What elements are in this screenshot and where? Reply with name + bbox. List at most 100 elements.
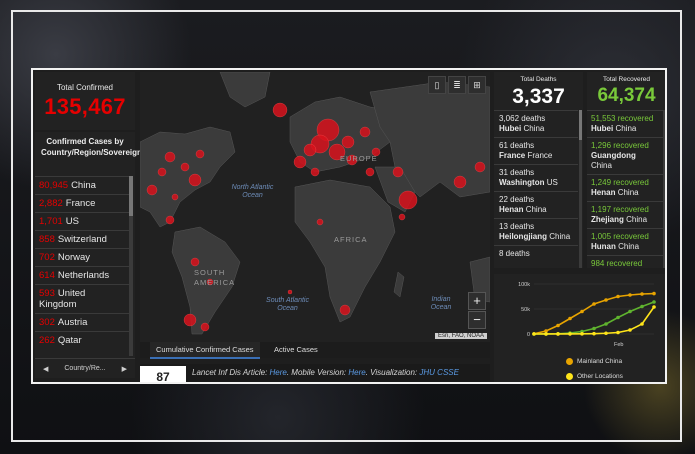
grid-icon[interactable]: ⊞	[468, 76, 486, 94]
list-item[interactable]: 51,553 recovered Hubei China	[587, 110, 663, 137]
data-point	[532, 332, 536, 336]
recovered-count: 1,197 recovered	[591, 205, 649, 214]
list-item[interactable]: 1,005 recovered Hunan China	[587, 228, 663, 255]
data-point	[592, 326, 596, 331]
mobile-link[interactable]: Here	[348, 368, 365, 377]
total-recovered-panel: Total Recovered 64,374 51,553 recovered H…	[587, 72, 665, 268]
country: China	[523, 124, 545, 133]
zoom-controls: + −	[468, 292, 486, 330]
country: Austria	[57, 317, 88, 328]
greenland-shape	[219, 72, 271, 108]
data-point	[616, 294, 620, 299]
data-point	[544, 332, 548, 336]
death-count: 61 deaths	[499, 141, 535, 150]
recovered-count: 51,553 recovered	[591, 114, 654, 123]
article-link[interactable]: Here	[270, 368, 287, 377]
count: 702	[39, 252, 55, 263]
data-point	[628, 328, 632, 332]
data-point	[592, 331, 596, 336]
list-item[interactable]: 262 Qatar	[35, 331, 129, 349]
list-item[interactable]: 80,945 China	[35, 176, 129, 194]
pager-label: Country/Re...	[64, 365, 106, 372]
data-point	[568, 332, 572, 336]
list-item[interactable]: 593 United Kingdom	[35, 284, 129, 313]
list-item[interactable]: 2,882 France	[35, 194, 129, 212]
confirmed-by-region-panel: Confirmed Cases by Country/Region/Sovere…	[35, 132, 149, 378]
list-item[interactable]: 1,701 US	[35, 212, 129, 230]
legend-swatch	[566, 373, 573, 380]
viz-label: . Visualization:	[365, 368, 420, 377]
list-item[interactable]: 61 deaths France France	[494, 137, 578, 164]
deaths-list[interactable]: 3,062 deaths Hubei China 61 deaths France …	[494, 110, 578, 268]
deaths-scrollbar[interactable]	[579, 110, 582, 268]
cases-chart: 100k 50k 0 Feb	[518, 282, 656, 348]
confirmed-list[interactable]: 80,945 China 2,882 France 1,701 US 858 Switz…	[35, 176, 129, 356]
total-confirmed-label: Total Confirmed	[56, 83, 114, 92]
ocean-label: South Atlantic Ocean	[266, 297, 309, 312]
list-item[interactable]: 31 deaths Washington US	[494, 164, 578, 191]
continent-label: EUROPE	[340, 154, 378, 163]
world-map[interactable]: North Atlantic Ocean South Atlantic Ocea…	[140, 72, 490, 342]
dashboard: Total Confirmed 135,467 Confirmed Cases …	[31, 68, 667, 384]
zoom-out-button[interactable]: −	[468, 311, 486, 329]
country: China	[626, 215, 648, 224]
recovered-list[interactable]: 51,553 recovered Hubei China 1,296 recove…	[587, 110, 663, 268]
total-deaths-label: Total Deaths	[520, 76, 557, 83]
region: Heilongjiang	[499, 232, 547, 241]
list-icon[interactable]: ≣	[448, 76, 466, 94]
list-item[interactable]: 302 Austria	[35, 313, 129, 331]
death-count: 3,062 deaths	[499, 114, 546, 123]
recovered-scrollbar[interactable]	[663, 110, 665, 268]
total-deaths-value: 3,337	[512, 85, 565, 108]
list-item[interactable]: 22 deaths Henan China	[494, 191, 578, 218]
list-item[interactable]: 702 Norway	[35, 248, 129, 266]
list-item[interactable]: 1,249 recovered Henan China	[587, 174, 663, 201]
bookmark-icon[interactable]: ▯	[428, 76, 446, 94]
country: France	[527, 151, 553, 160]
chevron-right-icon[interactable]: ▶	[122, 365, 127, 373]
data-point	[616, 330, 620, 335]
lancet-prefix: Lancet Inf Dis Article:	[192, 368, 270, 377]
data-point	[640, 322, 644, 326]
total-confirmed-value: 135,467	[44, 94, 126, 119]
madagascar-shape	[393, 271, 405, 298]
country: Switzerland	[57, 234, 107, 245]
viz-link[interactable]: JHU CSSE	[419, 368, 459, 377]
list-item[interactable]: 3,062 deaths Hubei China	[494, 110, 578, 137]
data-point	[652, 300, 656, 304]
tab-cumulative[interactable]: Cumulative Confirmed Cases	[150, 342, 260, 359]
country: Norway	[57, 252, 91, 263]
scroll-thumb[interactable]	[579, 110, 582, 140]
data-point	[640, 292, 644, 296]
zoom-in-button[interactable]: +	[468, 292, 486, 310]
total-confirmed-panel: Total Confirmed 135,467	[35, 72, 135, 130]
data-point	[652, 305, 656, 309]
data-point	[604, 298, 608, 302]
region: Henan	[499, 205, 524, 214]
region: Washington	[499, 178, 545, 187]
list-item[interactable]: 1,296 recovered Guangdong China	[587, 137, 663, 174]
region: Hunan	[591, 242, 616, 251]
chevron-left-icon[interactable]: ◀	[43, 365, 48, 373]
list-item[interactable]: 8 deaths	[494, 245, 578, 262]
list-item[interactable]: 1,197 recovered Zhejiang China	[587, 201, 663, 228]
bottom-left-peek: 87	[140, 366, 186, 382]
region: Hubei	[591, 124, 614, 133]
data-point	[568, 316, 572, 321]
data-point	[604, 322, 608, 326]
count: 262	[39, 335, 55, 346]
list-item[interactable]: 858 Switzerland	[35, 230, 129, 248]
country: Netherlands	[57, 270, 110, 281]
count: 614	[39, 270, 55, 281]
count: 858	[39, 234, 55, 245]
data-point	[556, 323, 560, 328]
scroll-thumb[interactable]	[129, 176, 133, 216]
list-item[interactable]: 984 recovered	[587, 255, 663, 268]
list-item[interactable]: 614 Netherlands	[35, 266, 129, 284]
y-tick-label: 100k	[518, 282, 530, 288]
list-item[interactable]: 13 deaths Heilongjiang China	[494, 218, 578, 245]
tab-active-cases[interactable]: Active Cases	[268, 342, 324, 357]
country: France	[65, 198, 96, 209]
country: Qatar	[57, 335, 82, 346]
confirmed-scrollbar[interactable]	[129, 176, 133, 356]
